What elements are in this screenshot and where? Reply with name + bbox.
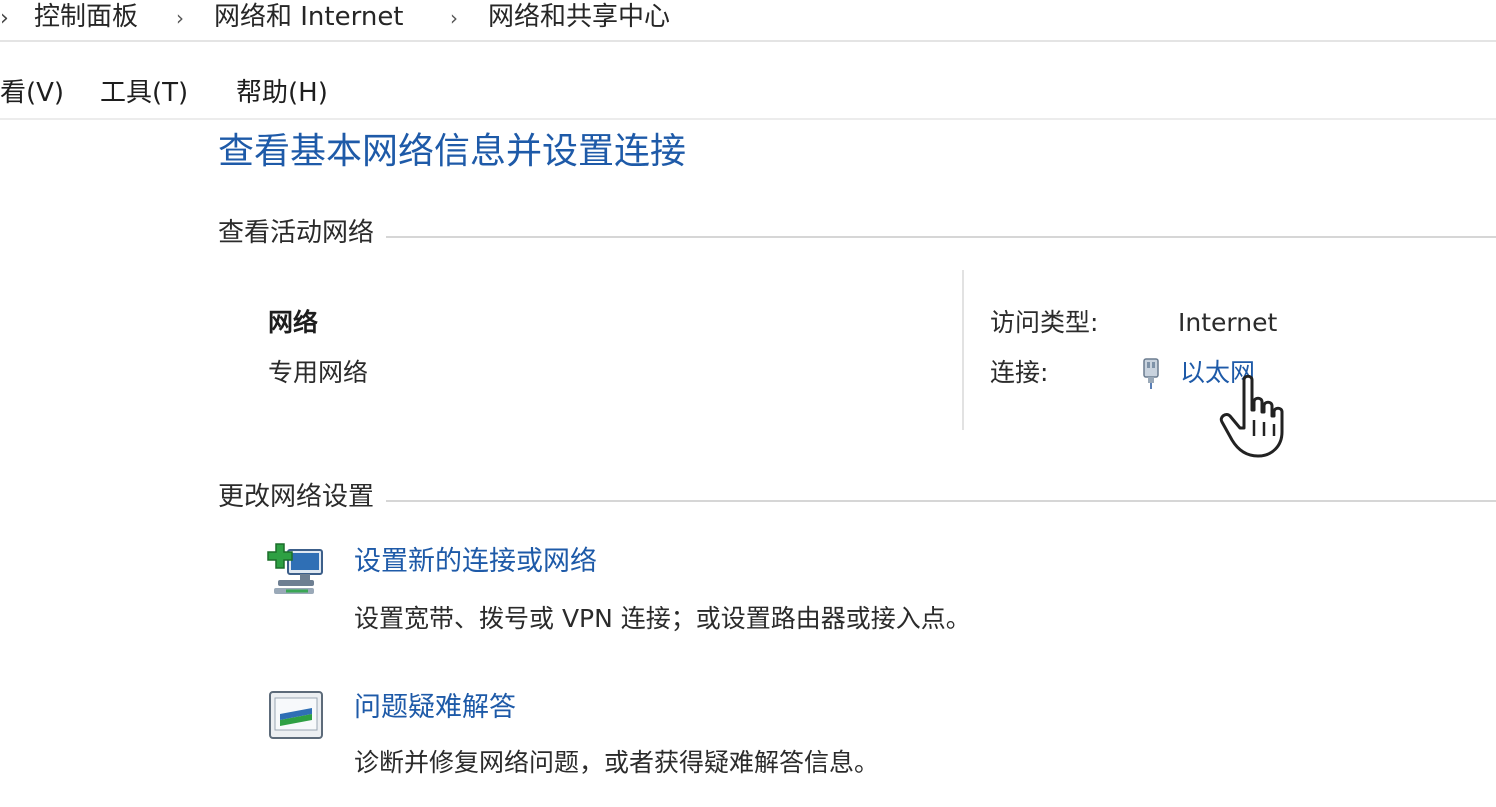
- section-header-active-networks: 查看活动网络: [218, 216, 1496, 250]
- chevron-right-icon[interactable]: ›: [450, 4, 458, 32]
- menu-bar: 看(V) 工具(T) 帮助(H): [0, 62, 1496, 120]
- section-divider: [386, 500, 1496, 502]
- breadcrumb-item-network-internet[interactable]: 网络和 Internet: [214, 0, 404, 34]
- setup-new-connection-description: 设置宽带、拨号或 VPN 连接；或设置路由器或接入点。: [354, 604, 971, 633]
- network-setup-icon: [267, 543, 323, 594]
- menu-view[interactable]: 看(V): [0, 76, 64, 110]
- network-name: 网络: [268, 308, 319, 337]
- access-type-label: 访问类型:: [990, 308, 1099, 337]
- hand-cursor-icon: [1219, 374, 1284, 458]
- menu-tools[interactable]: 工具(T): [100, 76, 188, 110]
- section-header-label: 更改网络设置: [218, 482, 375, 512]
- troubleshoot-link[interactable]: 问题疑难解答: [354, 690, 516, 726]
- page-title: 查看基本网络信息并设置连接: [218, 131, 687, 172]
- section-header-label: 查看活动网络: [218, 218, 375, 248]
- setup-new-connection-link[interactable]: 设置新的连接或网络: [354, 544, 597, 580]
- section-header-change-settings: 更改网络设置: [218, 480, 1496, 514]
- chevron-right-icon[interactable]: ›: [176, 4, 184, 32]
- connections-label: 连接:: [990, 358, 1049, 387]
- chevron-right-icon[interactable]: ›: [0, 6, 14, 32]
- troubleshoot-description: 诊断并修复网络问题，或者获得疑难解答信息。: [354, 748, 880, 777]
- breadcrumb-item-sharing-center[interactable]: 网络和共享中心: [488, 0, 670, 34]
- network-type: 专用网络: [268, 358, 369, 387]
- breadcrumb-item-control-panel[interactable]: 控制面板: [34, 0, 138, 34]
- ethernet-icon: [1143, 358, 1159, 389]
- troubleshoot-icon: [269, 691, 323, 739]
- access-type-value: Internet: [1178, 308, 1278, 337]
- vertical-divider: [962, 270, 964, 430]
- menu-help[interactable]: 帮助(H): [236, 76, 328, 110]
- breadcrumb: › 控制面板 › 网络和 Internet › 网络和共享中心: [0, 0, 1496, 42]
- section-divider: [386, 236, 1496, 238]
